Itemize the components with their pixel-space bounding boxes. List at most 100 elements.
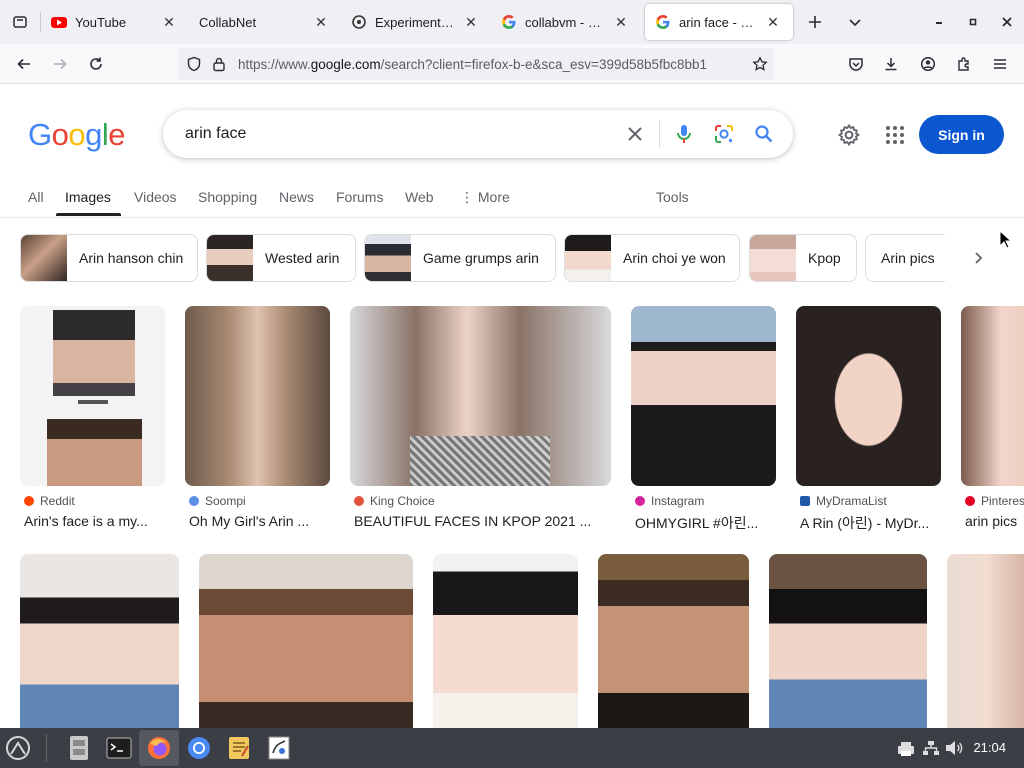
- chip-kpop[interactable]: Kpop: [749, 234, 857, 282]
- close-tab-icon[interactable]: ✕: [159, 12, 179, 32]
- file-manager-launcher[interactable]: [59, 730, 99, 766]
- list-all-tabs-button[interactable]: [835, 0, 875, 44]
- downloads-button[interactable]: [873, 48, 909, 80]
- text-editor-launcher[interactable]: [219, 730, 259, 766]
- text-editor-icon: [229, 737, 249, 759]
- tab-news[interactable]: News: [279, 189, 314, 205]
- close-tab-icon[interactable]: ✕: [763, 12, 783, 32]
- image-result[interactable]: Reddit Arin's face is a my...: [20, 306, 165, 536]
- chip-label: Arin hanson chin: [79, 250, 184, 266]
- result-title[interactable]: BEAUTIFUL FACES IN KPOP 2021 ...: [354, 513, 609, 529]
- network-icon[interactable]: [922, 740, 940, 756]
- result-thumbnail[interactable]: [631, 306, 776, 486]
- result-thumbnail[interactable]: [20, 306, 165, 486]
- close-tab-icon[interactable]: ✕: [611, 12, 631, 32]
- printer-icon[interactable]: [897, 741, 915, 757]
- url-text[interactable]: https://www.google.com/search?client=fir…: [238, 57, 728, 72]
- start-menu-button[interactable]: [0, 730, 36, 766]
- volume-icon[interactable]: [945, 740, 963, 756]
- close-tab-icon[interactable]: ✕: [461, 12, 481, 32]
- draw-app-launcher[interactable]: [259, 730, 299, 766]
- result-thumbnail[interactable]: [199, 554, 413, 728]
- reload-button[interactable]: [78, 48, 114, 80]
- result-thumbnail[interactable]: [796, 306, 941, 486]
- result-title[interactable]: arin pics: [965, 513, 1024, 529]
- search-icon[interactable]: [754, 124, 774, 144]
- image-result[interactable]: Soompi Oh My Girl's Arin ...: [185, 306, 330, 536]
- tab-videos[interactable]: Videos: [134, 189, 177, 205]
- chip-game-grumps-arin[interactable]: Game grumps arin: [364, 234, 556, 282]
- back-button[interactable]: [6, 48, 42, 80]
- minimize-button[interactable]: [922, 0, 956, 44]
- chevron-right-icon[interactable]: [970, 250, 986, 266]
- result-title[interactable]: A Rin (아린) - MyDr...: [800, 513, 938, 533]
- result-thumbnail[interactable]: [947, 554, 1024, 728]
- chip-thumbnail: [207, 235, 253, 281]
- tab-experimentalvm[interactable]: ExperimentalVI ✕: [341, 4, 491, 40]
- tab-web[interactable]: Web: [405, 189, 434, 205]
- file-cabinet-icon: [70, 736, 88, 760]
- chromium-launcher[interactable]: [179, 730, 219, 766]
- app-menu-button[interactable]: [982, 48, 1018, 80]
- image-result[interactable]: King Choice BEAUTIFUL FACES IN KPOP 2021…: [350, 306, 611, 536]
- active-tab-indicator: [56, 213, 121, 216]
- extensions-button[interactable]: [946, 48, 982, 80]
- bookmark-star-icon[interactable]: [752, 56, 768, 72]
- mydramalist-icon: [800, 496, 810, 506]
- chip-label: Kpop: [808, 250, 841, 266]
- result-thumbnail[interactable]: [598, 554, 749, 728]
- chip-wested-arin[interactable]: Wested arin: [206, 234, 356, 282]
- tab-all[interactable]: All: [28, 189, 44, 205]
- terminal-launcher[interactable]: [99, 730, 139, 766]
- image-result[interactable]: Pinterest arin pics: [961, 306, 1024, 536]
- chip-label: Arin choi ye won: [623, 250, 726, 266]
- tab-collabnet[interactable]: CollabNet ✕: [189, 4, 341, 40]
- lock-icon[interactable]: [212, 56, 226, 72]
- voice-search-icon[interactable]: [674, 123, 694, 145]
- pocket-button[interactable]: [838, 48, 874, 80]
- result-title[interactable]: OHMYGIRL #아린...: [635, 513, 773, 533]
- result-thumbnail[interactable]: [350, 306, 611, 486]
- forward-button[interactable]: [42, 48, 78, 80]
- result-thumbnail[interactable]: [185, 306, 330, 486]
- maximize-button[interactable]: [956, 0, 990, 44]
- new-tab-button[interactable]: [795, 0, 835, 44]
- tab-arin-face-google[interactable]: arin face - Goo ✕: [645, 4, 793, 40]
- clear-search-icon[interactable]: [626, 125, 644, 143]
- search-input[interactable]: arin face: [185, 125, 246, 143]
- lens-search-icon[interactable]: [713, 124, 735, 144]
- tab-collabvm-google[interactable]: collabvm - Goo ✕: [491, 4, 641, 40]
- tools-button[interactable]: Tools: [656, 189, 689, 205]
- result-thumbnail[interactable]: [20, 554, 179, 728]
- search-box[interactable]: arin face: [163, 110, 793, 158]
- result-thumbnail[interactable]: [961, 306, 1024, 486]
- tracking-protection-shield-icon[interactable]: [186, 56, 202, 72]
- result-thumbnail[interactable]: [769, 554, 927, 728]
- sign-in-button[interactable]: Sign in: [919, 115, 1004, 154]
- tab-images[interactable]: Images: [65, 189, 111, 205]
- account-button[interactable]: [910, 48, 946, 80]
- close-tab-icon[interactable]: ✕: [311, 12, 331, 32]
- chip-arin-pics[interactable]: Arin pics: [865, 234, 945, 282]
- chip-arin-hanson-chin[interactable]: Arin hanson chin: [20, 234, 198, 282]
- result-title[interactable]: Oh My Girl's Arin ...: [189, 513, 327, 529]
- tab-overview-button[interactable]: [0, 0, 40, 44]
- image-result[interactable]: MyDramaList A Rin (아린) - MyDr...: [796, 306, 941, 536]
- tab-shopping[interactable]: Shopping: [198, 189, 257, 205]
- close-window-button[interactable]: [990, 0, 1024, 44]
- taskbar-clock[interactable]: 21:04: [973, 740, 1006, 755]
- tab-forums[interactable]: Forums: [336, 189, 383, 205]
- tab-youtube[interactable]: YouTube ✕: [41, 4, 189, 40]
- result-title[interactable]: Arin's face is a my...: [24, 513, 162, 529]
- result-thumbnail[interactable]: [433, 554, 578, 728]
- result-source: Reddit: [24, 494, 75, 508]
- tab-more[interactable]: ⋮ More: [460, 189, 510, 206]
- image-result[interactable]: Instagram OHMYGIRL #아린...: [631, 306, 776, 536]
- settings-gear-icon[interactable]: [837, 123, 861, 147]
- google-logo[interactable]: Google: [28, 117, 126, 153]
- address-bar[interactable]: https://www.google.com/search?client=fir…: [178, 48, 774, 80]
- tab-label: YouTube: [75, 14, 127, 30]
- google-apps-grid-icon[interactable]: [885, 125, 905, 145]
- chip-arin-choi-ye-won[interactable]: Arin choi ye won: [564, 234, 740, 282]
- firefox-launcher[interactable]: [139, 730, 179, 766]
